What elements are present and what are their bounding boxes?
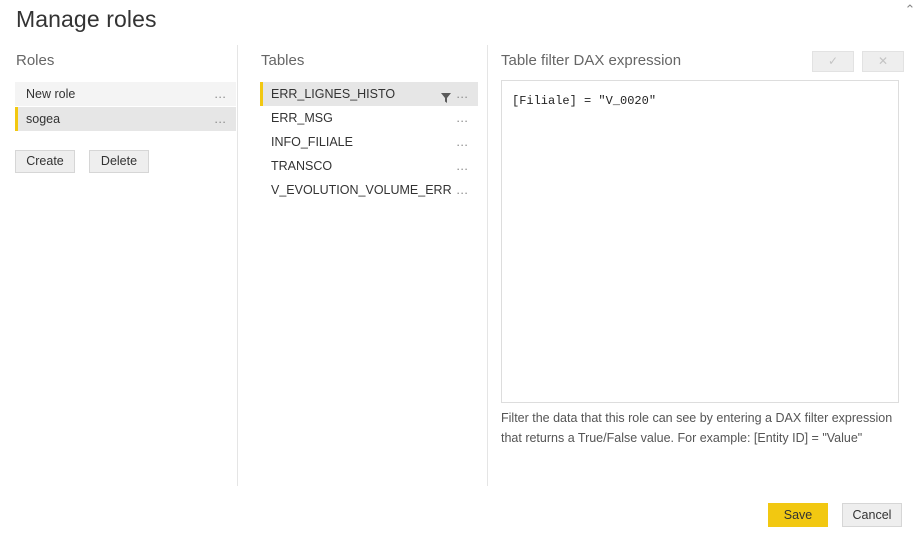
table-selection-accent: [260, 106, 263, 130]
close-icon[interactable]: ⌃: [902, 2, 918, 18]
tables-heading: Tables: [261, 52, 305, 69]
table-label: ERR_MSG: [271, 111, 333, 125]
table-row[interactable]: TRANSCO …: [260, 154, 478, 178]
dax-help-text: Filter the data that this role can see b…: [501, 411, 893, 445]
dax-expression-text: [Filiale] = "V_0020": [512, 94, 657, 108]
role-selection-accent: [15, 82, 18, 106]
panel-divider-roles-tables: [237, 45, 238, 486]
cancel-button[interactable]: Cancel: [842, 503, 902, 527]
table-selection-accent: [260, 82, 263, 106]
save-button[interactable]: Save: [768, 503, 828, 527]
table-context-menu-icon[interactable]: …: [456, 154, 469, 178]
role-context-menu-icon[interactable]: …: [214, 82, 227, 106]
role-selection-accent: [15, 107, 18, 131]
table-label: TRANSCO: [271, 159, 333, 173]
create-role-button[interactable]: Create: [15, 150, 75, 173]
role-context-menu-icon[interactable]: …: [214, 107, 227, 131]
table-context-menu-icon[interactable]: …: [456, 106, 469, 130]
table-label: ERR_LIGNES_HISTO: [271, 87, 396, 101]
tables-list: ERR_LIGNES_HISTO … ERR_MSG … INFO_FILIAL…: [260, 82, 478, 202]
role-row[interactable]: sogea …: [15, 107, 236, 131]
dax-expression-heading: Table filter DAX expression: [501, 52, 682, 69]
table-label: V_EVOLUTION_VOLUME_ERR: [271, 183, 452, 197]
table-row[interactable]: INFO_FILIALE …: [260, 130, 478, 154]
table-selection-accent: [260, 154, 263, 178]
role-row[interactable]: New role …: [15, 82, 236, 106]
reject-dax-button[interactable]: ✕: [862, 51, 904, 72]
accept-dax-button[interactable]: ✓: [812, 51, 854, 72]
dax-expression-input[interactable]: [Filiale] = "V_0020": [501, 80, 899, 403]
roles-list: New role … sogea …: [15, 82, 236, 132]
table-context-menu-icon[interactable]: …: [456, 82, 469, 106]
filter-icon[interactable]: [440, 88, 452, 103]
table-label: INFO_FILIALE: [271, 135, 353, 149]
roles-heading: Roles: [16, 52, 55, 69]
table-row[interactable]: ERR_LIGNES_HISTO …: [260, 82, 478, 106]
table-context-menu-icon[interactable]: …: [456, 178, 469, 202]
table-selection-accent: [260, 130, 263, 154]
page-title: Manage roles: [16, 6, 157, 32]
table-context-menu-icon[interactable]: …: [456, 130, 469, 154]
role-label: New role: [26, 87, 76, 101]
role-label: sogea: [26, 112, 61, 126]
table-row[interactable]: ERR_MSG …: [260, 106, 478, 130]
table-row[interactable]: V_EVOLUTION_VOLUME_ERR …: [260, 178, 478, 202]
table-selection-accent: [260, 178, 263, 202]
delete-role-button[interactable]: Delete: [89, 150, 149, 173]
panel-divider-tables-dax: [487, 45, 488, 486]
